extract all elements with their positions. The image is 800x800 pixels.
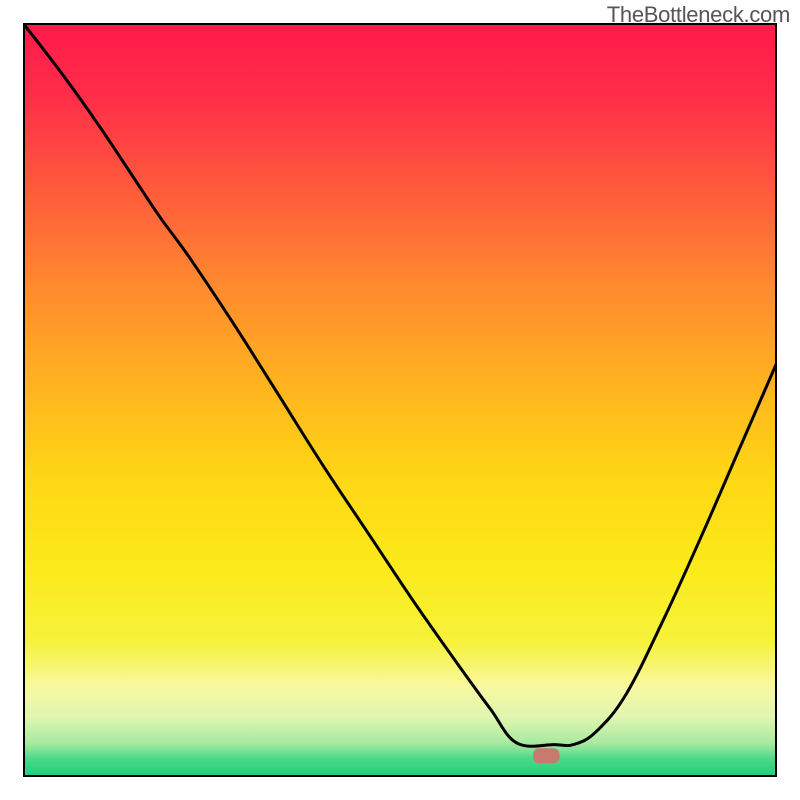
chart-svg bbox=[23, 23, 777, 777]
highlight-marker bbox=[533, 748, 559, 763]
plot-area bbox=[23, 23, 777, 777]
chart-container: TheBottleneck.com bbox=[0, 0, 800, 800]
watermark-text: TheBottleneck.com bbox=[607, 2, 790, 28]
gradient-background bbox=[23, 23, 777, 777]
